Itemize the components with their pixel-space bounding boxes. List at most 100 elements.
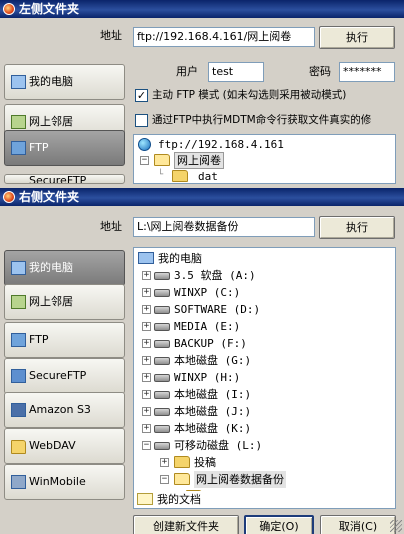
left-panel-title: 左侧文件夹 — [19, 2, 80, 16]
expand-icon[interactable]: + — [142, 390, 151, 399]
mdtm-label: 通过FTP中执行MDTM命令行获取文件真实的修 — [152, 114, 372, 126]
sidebar-item-label: 网上邻居 — [29, 115, 73, 128]
new-folder-button[interactable]: 创建新文件夹 — [133, 515, 239, 534]
drive-icon — [154, 374, 170, 382]
tree-node-label: 本地磁盘 (G:) — [174, 354, 252, 367]
right-sidebar-item-winmobile[interactable]: WinMobile — [4, 464, 125, 500]
computer-icon — [11, 75, 26, 89]
floppy-drive-icon — [154, 272, 170, 280]
expand-icon[interactable]: + — [142, 288, 151, 297]
collapse-icon[interactable]: − — [160, 475, 169, 484]
left-address-input[interactable]: ftp://192.168.4.161/网上阅卷 — [133, 27, 315, 47]
tree-node-label: WINXP (H:) — [174, 371, 241, 384]
right-sidebar-item-secureftp[interactable]: SecureFTP — [4, 358, 125, 394]
mdtm-checkbox[interactable] — [135, 114, 148, 127]
network-icon — [11, 115, 26, 129]
computer-icon — [138, 252, 154, 264]
tree-node-label: 可移动磁盘 (L:) — [174, 439, 263, 452]
computer-icon — [11, 261, 26, 275]
amazon-s3-icon — [11, 403, 26, 417]
winmobile-icon — [11, 475, 26, 489]
cancel-button[interactable]: 取消(C) — [320, 515, 396, 534]
folder-icon — [174, 456, 190, 468]
password-input[interactable]: ******* — [339, 62, 395, 82]
tree-node-label: 本地磁盘 (J:) — [174, 405, 252, 418]
left-sidebar-item-ftp[interactable]: FTP — [4, 130, 125, 166]
drive-icon — [154, 425, 170, 433]
tree-node-label: 3.5 软盘 (A:) — [174, 269, 256, 282]
tree-node-label: ftp://192.168.4.161 — [158, 138, 284, 151]
left-sidebar-item-my-computer[interactable]: 我的电脑 — [4, 64, 125, 100]
right-sidebar-item-network[interactable]: 网上邻居 — [4, 284, 125, 320]
tree-node-label: WINXP (C:) — [174, 286, 241, 299]
left-panel-titlebar[interactable]: 左侧文件夹 — [0, 0, 404, 18]
ftp-server-icon — [138, 138, 151, 151]
right-panel-titlebar[interactable]: 右侧文件夹 — [0, 188, 404, 206]
ok-button[interactable]: 确定(O) — [244, 515, 314, 534]
removable-drive-icon — [154, 442, 170, 450]
sidebar-item-label: SecureFTP — [29, 174, 87, 184]
right-sidebar-item-amazon-s3[interactable]: Amazon S3 — [4, 392, 125, 428]
left-sidebar-item-secureftp[interactable]: SecureFTP — [4, 174, 125, 184]
expand-icon[interactable]: + — [142, 373, 151, 382]
tree-node-ftp-root[interactable]: ftp://192.168.4.161 — [138, 136, 388, 153]
network-icon — [11, 295, 26, 309]
right-sidebar-item-webdav[interactable]: WebDAV — [4, 428, 125, 464]
active-ftp-checkbox[interactable]: ✓ — [135, 89, 148, 102]
expand-icon[interactable]: + — [142, 322, 151, 331]
password-label: 密码 — [309, 65, 331, 78]
sidebar-item-label: FTP — [29, 333, 49, 346]
drive-icon — [154, 340, 170, 348]
tree-node-my-documents[interactable]: 我的文档 — [137, 491, 380, 508]
tree-node-label: dat — [198, 170, 218, 183]
right-address-label: 地址 — [100, 220, 122, 233]
expand-icon[interactable]: + — [142, 339, 151, 348]
collapse-icon[interactable]: − — [140, 156, 149, 165]
tree-node-online-marking[interactable]: − 网上阅卷 — [140, 152, 390, 169]
drive-icon — [154, 408, 170, 416]
drive-icon — [154, 357, 170, 365]
tree-node-dat[interactable]: └ dat — [156, 168, 358, 183]
sidebar-item-label: SecureFTP — [29, 369, 87, 382]
right-address-input[interactable]: L:\网上阅卷数据备份 — [133, 217, 315, 237]
user-label: 用户 — [176, 65, 198, 78]
sidebar-item-label: Amazon S3 — [29, 403, 91, 416]
resize-grip[interactable] — [390, 520, 402, 532]
tree-node-label: 本地磁盘 (K:) — [174, 422, 252, 435]
documents-icon — [137, 493, 153, 505]
tree-line: └ — [156, 170, 165, 181]
drive-icon — [154, 289, 170, 297]
expand-icon[interactable]: + — [142, 424, 151, 433]
drive-icon — [154, 323, 170, 331]
tree-node-label: 我的文档 — [157, 493, 201, 506]
expand-icon[interactable]: + — [160, 458, 169, 467]
user-input[interactable]: test — [208, 62, 264, 82]
drive-icon — [154, 306, 170, 314]
active-ftp-label: 主动 FTP 模式 (如未勾选则采用被动模式) — [152, 89, 347, 101]
tree-node-label: 投稿 — [194, 456, 216, 469]
secure-ftp-icon — [11, 369, 26, 383]
expand-icon[interactable]: + — [142, 407, 151, 416]
expand-icon[interactable]: + — [142, 271, 151, 280]
tree-node-label: SOFTWARE (D:) — [174, 303, 261, 316]
expand-icon[interactable]: + — [142, 356, 151, 365]
tree-node-label: BACKUP (F:) — [174, 337, 247, 350]
tree-node-label: 网上阅卷数据备份 — [194, 471, 286, 488]
expand-icon[interactable]: + — [142, 305, 151, 314]
right-sidebar-item-my-computer[interactable]: 我的电脑 — [4, 250, 125, 286]
collapse-icon[interactable]: − — [142, 441, 151, 450]
tree-node-label: 网上阅卷 — [174, 152, 224, 169]
ftp-icon — [11, 141, 26, 155]
right-go-button[interactable]: 执行 — [319, 216, 395, 239]
right-sidebar-item-ftp[interactable]: FTP — [4, 322, 125, 358]
webdav-icon — [11, 440, 26, 454]
sidebar-item-label: 我的电脑 — [29, 75, 73, 88]
left-folder-tree[interactable]: ftp://192.168.4.161 − 网上阅卷 └ dat — [133, 134, 396, 184]
sidebar-item-label: 网上邻居 — [29, 295, 73, 308]
folder-open-icon — [154, 154, 170, 166]
folder-icon — [172, 170, 188, 182]
left-go-button[interactable]: 执行 — [319, 26, 395, 49]
tree-node-label: 本地磁盘 (I:) — [174, 388, 252, 401]
sidebar-item-label: 我的电脑 — [29, 261, 73, 274]
right-folder-tree[interactable]: 我的电脑 + 3.5 软盘 (A:) + WINXP (C:) + SOFTWA… — [133, 247, 396, 509]
